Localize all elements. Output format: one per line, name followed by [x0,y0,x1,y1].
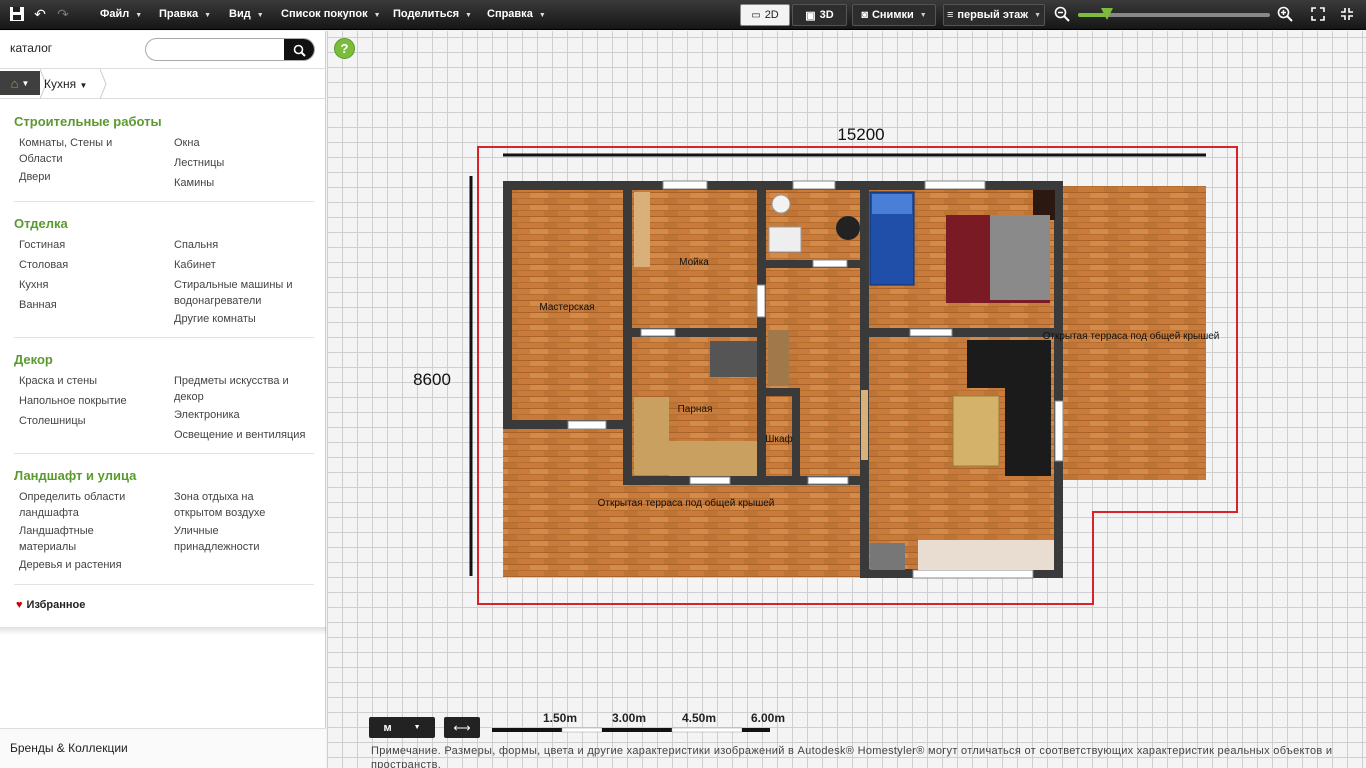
scale-label: 3.00m [612,711,647,725]
bed-pillow [872,194,912,214]
floor-plan[interactable]: Мастерская Мойка Парная Шкаф Открытая те… [0,0,1366,768]
sauna-heater [710,341,757,377]
scale-label: 6.00m [751,711,786,725]
scale-label: 4.50m [682,711,717,725]
room-label-workshop: Мастерская [539,302,594,313]
coffee-table [952,395,1000,467]
shelf [634,192,650,267]
firewood [768,330,789,386]
kitchen-stove [870,543,905,570]
room-label-terrace-bottom: Открытая терраса под общей крышей [598,497,775,509]
scale-label: 1.50m [543,711,578,725]
sink [771,194,791,214]
disclaimer-note: Примечание. Размеры, формы, цвета и друг… [371,745,1333,768]
room-label-terrace-right: Открытая терраса под общей крышей [1043,330,1220,342]
sauna-bench [634,397,669,475]
measure-tool-icon[interactable]: ⟷ [444,717,480,738]
door-panel [861,390,868,460]
kitchen-counter [918,540,1054,570]
sofa-side [1005,380,1051,476]
unit-selector[interactable]: м ▼ [369,717,435,738]
sofa-bedroom [990,215,1050,300]
room-label-closet: Шкаф [765,433,793,445]
height-dimension-label: 8600 [413,370,451,389]
width-dimension-label: 15200 [837,125,884,144]
room-label-steam: Парная [678,404,713,415]
room-label-wash: Мойка [679,257,709,268]
scale-bar [492,727,770,733]
toilet [768,226,802,253]
washing-machine [836,216,860,240]
sauna-bench-2 [669,441,757,476]
